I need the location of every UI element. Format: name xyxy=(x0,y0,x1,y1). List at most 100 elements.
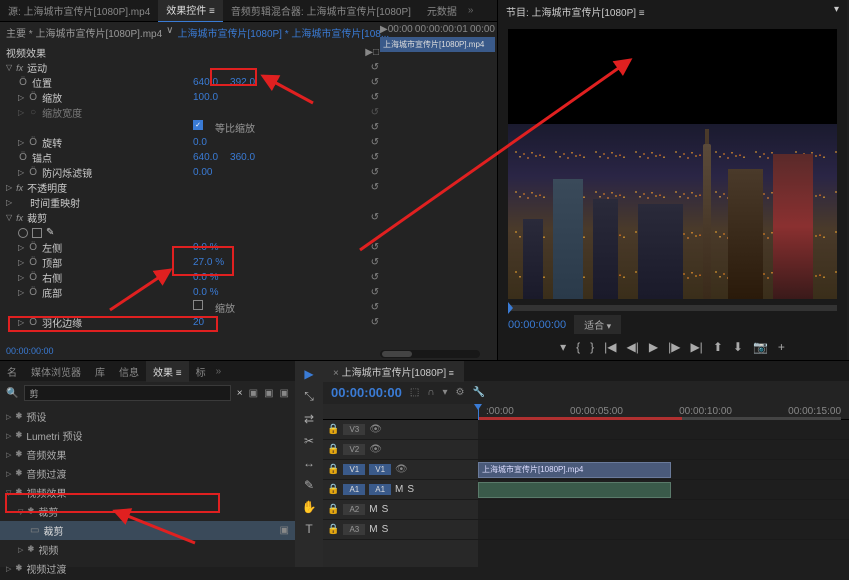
prop-feather[interactable]: ▷Ö羽化边缘 xyxy=(18,315,193,330)
tab-metadata[interactable]: 元数据 xyxy=(419,0,465,22)
preview-viewport[interactable] xyxy=(508,29,837,299)
reset-icon[interactable]: ↺ xyxy=(371,152,379,163)
track-a1-header[interactable]: 🔒A1A1MS xyxy=(323,480,478,500)
crop-masks[interactable]: ✎ xyxy=(18,227,193,238)
prop-crop-bottom[interactable]: ▷Ö底部 xyxy=(18,285,193,300)
uniform-scale-checkbox[interactable]: ✓ xyxy=(193,120,203,130)
crop-zoom-checkbox[interactable] xyxy=(193,300,203,310)
mark-out-icon[interactable]: } xyxy=(590,340,594,354)
pen-tool-icon[interactable]: ✎ xyxy=(304,478,314,492)
tree-audio-trans[interactable]: ▷🞹音频过渡 xyxy=(0,464,295,483)
clear-search-icon[interactable]: × xyxy=(237,388,243,399)
tree-presets[interactable]: ▷🞹预设 xyxy=(0,407,295,426)
ptabs-overflow[interactable]: » xyxy=(213,366,225,377)
ptab-media[interactable]: 媒体浏览器 xyxy=(24,361,88,382)
ripple-tool-icon[interactable]: ⇄ xyxy=(304,412,314,426)
tree-crop-fx[interactable]: ▭裁剪▣ xyxy=(0,521,295,540)
more-icon[interactable]: + xyxy=(778,340,785,354)
ptab-info[interactable]: 信息 xyxy=(112,361,146,382)
anchor-x[interactable]: 640.0 xyxy=(193,152,218,163)
slip-tool-icon[interactable]: ↔ xyxy=(303,456,315,470)
prop-rotation[interactable]: ▷Ö旋转 xyxy=(18,135,193,150)
ptab-effects[interactable]: 效果 ≡ xyxy=(146,361,189,382)
timeline-ruler[interactable]: :00:00 00:00:05:00 00:00:10:00 00:00:15:… xyxy=(478,404,849,419)
marker-icon[interactable]: ▾ xyxy=(442,387,447,398)
track-v1-header[interactable]: 🔒V1V1👁 xyxy=(323,460,478,480)
reset-icon[interactable]: ↺ xyxy=(371,167,379,178)
snap-icon[interactable]: ⬚ xyxy=(410,387,419,398)
crop-bottom-val[interactable]: 0.0 % xyxy=(193,287,219,298)
reset-icon[interactable]: ↺ xyxy=(371,62,379,73)
crop-right-val[interactable]: 0.0 % xyxy=(193,272,219,283)
track-v2-header[interactable]: 🔒V2👁 xyxy=(323,440,478,460)
reset-icon[interactable]: ↺ xyxy=(371,122,379,133)
razor-tool-icon[interactable]: ✂ xyxy=(304,434,314,448)
audio-clip[interactable] xyxy=(478,482,671,498)
goto-out-icon[interactable]: ▶| xyxy=(690,340,702,354)
fx-opacity[interactable]: ▷fx不透明度 xyxy=(6,180,181,195)
lift-icon[interactable]: ⬆ xyxy=(713,340,723,354)
reset-icon[interactable]: ↺ xyxy=(371,317,379,328)
scrollbar-horizontal[interactable] xyxy=(380,350,480,358)
crop-left-val[interactable]: 0.0 % xyxy=(193,242,219,253)
add-marker-icon[interactable]: ▾ xyxy=(560,340,566,354)
ptab-name[interactable]: 名 xyxy=(0,361,24,382)
tab-effect-controls[interactable]: 效果控件 ≡ xyxy=(158,0,223,23)
prop-anchor[interactable]: Ö锚点 xyxy=(18,150,193,165)
panel-timecode[interactable]: 00:00:00:00 xyxy=(6,346,54,356)
track-v3-header[interactable]: 🔒V3👁 xyxy=(323,420,478,440)
track-select-tool-icon[interactable]: ⤡ xyxy=(304,389,314,404)
type-tool-icon[interactable]: T xyxy=(305,522,312,536)
tab-source[interactable]: 源: 上海城市宣传片[1080P].mp4 xyxy=(0,0,158,22)
selection-tool-icon[interactable]: ▶ xyxy=(304,367,313,381)
settings-icon[interactable]: ⚙ xyxy=(456,387,465,398)
sequence-tab[interactable]: × 上海城市宣传片[1080P] ≡ xyxy=(323,361,464,382)
track-a2-header[interactable]: 🔒A2MS xyxy=(323,500,478,520)
prop-position[interactable]: Ö位置 xyxy=(18,75,193,90)
playhead[interactable] xyxy=(478,404,479,420)
extract-icon[interactable]: ⬇ xyxy=(733,340,743,354)
reset-icon[interactable]: ▶□ xyxy=(365,47,379,58)
tree-video[interactable]: ▷🞹视频 xyxy=(0,540,295,559)
feather-val[interactable]: 20 xyxy=(193,317,204,328)
reset-icon[interactable]: ↺ xyxy=(371,137,379,148)
reset-icon[interactable]: ↺ xyxy=(371,212,379,223)
hand-tool-icon[interactable]: ✋ xyxy=(302,500,317,514)
filter-32-icon[interactable]: ▣ xyxy=(249,388,258,399)
tree-video-trans[interactable]: ▷🞹视频过渡 xyxy=(0,559,295,578)
prop-crop-top[interactable]: ▷Ö顶部 xyxy=(18,255,193,270)
prop-crop-right[interactable]: ▷Ö右侧 xyxy=(18,270,193,285)
reset-icon[interactable]: ↺ xyxy=(371,272,379,283)
timeline-timecode[interactable]: 00:00:00:00 xyxy=(331,385,402,400)
tab-audio-mixer[interactable]: 音频剪辑混合器: 上海城市宣传片[1080P] xyxy=(223,0,419,22)
video-effects-header[interactable]: 视频效果 xyxy=(6,45,181,60)
video-clip[interactable]: 上海城市宣传片[1080P].mp4 xyxy=(478,462,671,478)
export-frame-icon[interactable]: 📷 xyxy=(753,340,768,354)
tree-crop-folder[interactable]: ▽🞹裁剪 xyxy=(0,502,295,521)
step-back-icon[interactable]: ◀| xyxy=(627,340,639,354)
goto-in-icon[interactable]: |◀ xyxy=(604,340,616,354)
reset-icon[interactable]: ↺ xyxy=(371,92,379,103)
reset-icon[interactable]: ↺ xyxy=(371,302,379,313)
play-icon[interactable]: ▶ xyxy=(649,340,658,354)
tree-video-fx[interactable]: ▽🞹视频效果 xyxy=(0,483,295,502)
program-scrubber[interactable] xyxy=(508,305,837,311)
mark-in-icon[interactable]: { xyxy=(576,340,580,354)
tabs-overflow[interactable]: » xyxy=(465,5,477,16)
zoom-fit-dropdown[interactable]: 适合 ▾ xyxy=(574,315,621,334)
rotation-val[interactable]: 0.0 xyxy=(193,137,207,148)
reset-icon[interactable]: ↺ xyxy=(371,182,379,193)
tree-lumetri[interactable]: ▷🞹Lumetri 预设 xyxy=(0,426,295,445)
track-a3-header[interactable]: 🔒A3MS xyxy=(323,520,478,540)
position-x[interactable]: 640.0 xyxy=(193,77,218,88)
crop-top-val[interactable]: 27.0 % xyxy=(193,257,224,268)
filter-accel-icon[interactable]: ▣ xyxy=(264,388,273,399)
fx-crop[interactable]: ▽fx裁剪 xyxy=(6,210,181,225)
reset-icon[interactable]: ↺ xyxy=(371,77,379,88)
search-input[interactable] xyxy=(24,385,230,401)
tree-audio-fx[interactable]: ▷🞹音频效果 xyxy=(0,445,295,464)
reset-icon[interactable]: ↺ xyxy=(371,242,379,253)
reset-icon[interactable]: ↺ xyxy=(371,287,379,298)
linked-selection-icon[interactable]: ∩ xyxy=(427,387,434,398)
step-fwd-icon[interactable]: |▶ xyxy=(668,340,680,354)
